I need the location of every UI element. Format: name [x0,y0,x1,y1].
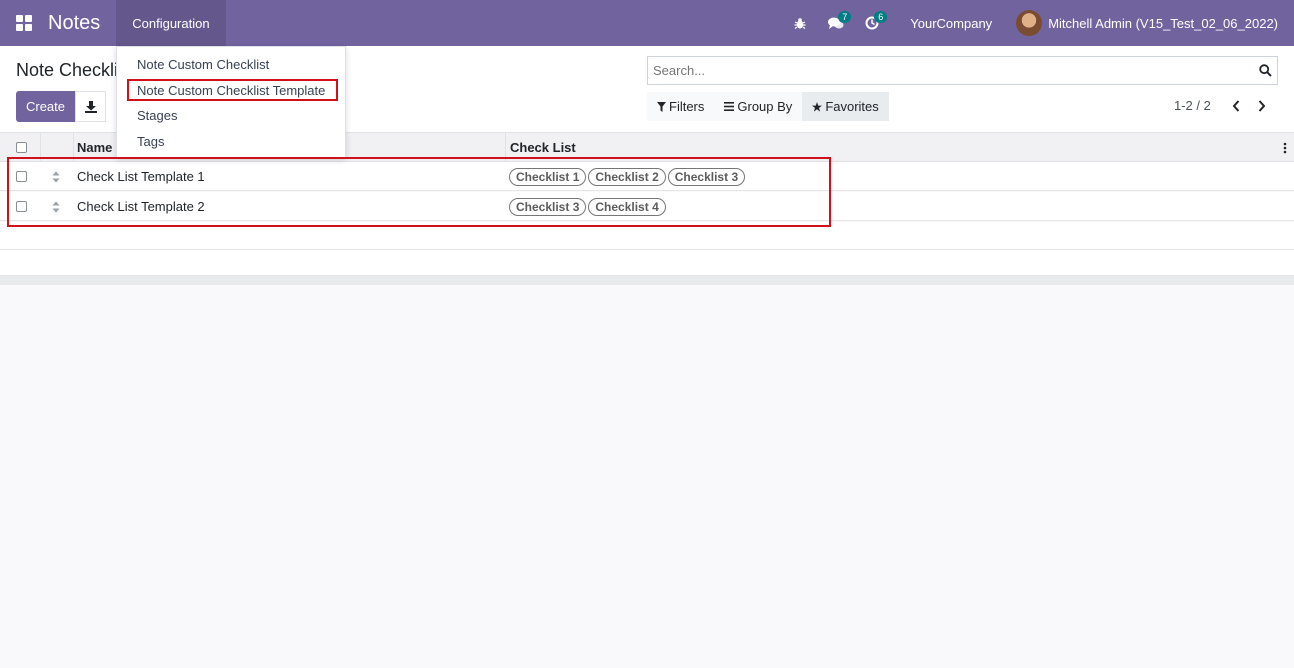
activity-badge: 6 [874,11,888,23]
debug-bug-icon[interactable] [782,0,818,46]
column-header-check-list[interactable]: Check List [510,133,576,162]
company-switcher[interactable]: YourCompany [890,16,1016,31]
chat-badge: 7 [838,11,852,23]
checklist-tag: Checklist 3 [667,167,746,186]
checklist-tag: Checklist 4 [588,197,666,216]
empty-row [0,250,1294,276]
menu-item-tags[interactable]: Tags [137,134,164,149]
row-name: Check List Template 1 [77,169,205,184]
row-checklist-tags: Checklist 3 Checklist 4 [509,192,668,221]
menu-item-note-custom-checklist-template[interactable]: Note Custom Checklist Template [137,83,325,98]
filter-icon [657,101,666,112]
menu-configuration[interactable]: Configuration [116,0,226,46]
row-name: Check List Template 2 [77,199,205,214]
drag-handle-icon[interactable] [52,162,60,191]
search-input[interactable] [648,57,1253,84]
top-navbar: Notes Configuration 7 6 YourCompany Mitc… [0,0,1294,46]
row-checklist-tags: Checklist 1 Checklist 2 Checklist 3 [509,162,747,191]
apps-menu-icon[interactable] [0,0,48,46]
table-row[interactable]: Check List Template 1 Checklist 1 Checkl… [0,162,1294,191]
row-checkbox[interactable] [16,162,27,191]
page-title: Note Checklist Template [16,60,126,80]
select-all-checkbox[interactable] [16,133,27,162]
star-icon [812,101,823,112]
user-name: Mitchell Admin (V15_Test_02_06_2022) [1048,15,1278,31]
list-footer [0,276,1294,285]
bars-icon [724,102,735,111]
pager-value[interactable]: 1-2 / 2 [1174,98,1211,113]
row-checkbox[interactable] [16,192,27,221]
messages-chat-icon[interactable]: 7 [818,0,854,46]
user-menu[interactable]: Mitchell Admin (V15_Test_02_06_2022) [1016,10,1294,36]
groupby-toggle[interactable]: Group By [714,92,802,121]
favorites-toggle[interactable]: Favorites [802,92,889,121]
search-panel-toggles: Filters Group By Favorites [647,92,889,121]
checklist-tag: Checklist 1 [509,167,587,186]
optional-columns-icon[interactable] [1283,133,1287,162]
create-button[interactable]: Create [16,91,75,122]
menu-item-note-custom-checklist[interactable]: Note Custom Checklist [137,57,269,72]
checklist-tag: Checklist 2 [588,167,666,186]
drag-handle-icon[interactable] [52,192,60,221]
download-button[interactable] [75,91,106,122]
search-icon[interactable] [1253,64,1277,77]
pager: 1-2 / 2 [1174,98,1275,113]
column-header-name[interactable]: Name [77,133,112,162]
filters-toggle[interactable]: Filters [647,92,714,121]
pager-previous-icon[interactable] [1223,99,1249,112]
table-row[interactable]: Check List Template 2 Checklist 3 Checkl… [0,192,1294,221]
app-title[interactable]: Notes [48,12,100,35]
pager-next-icon[interactable] [1249,99,1275,112]
avatar [1016,10,1043,36]
empty-row [0,222,1294,250]
checklist-tag: Checklist 3 [509,197,587,216]
menu-item-stages[interactable]: Stages [137,108,177,123]
configuration-dropdown: Note Custom Checklist Note Custom Checkl… [116,46,346,158]
search-bar [647,56,1278,85]
download-icon [84,100,97,113]
activity-clock-icon[interactable]: 6 [854,0,890,46]
